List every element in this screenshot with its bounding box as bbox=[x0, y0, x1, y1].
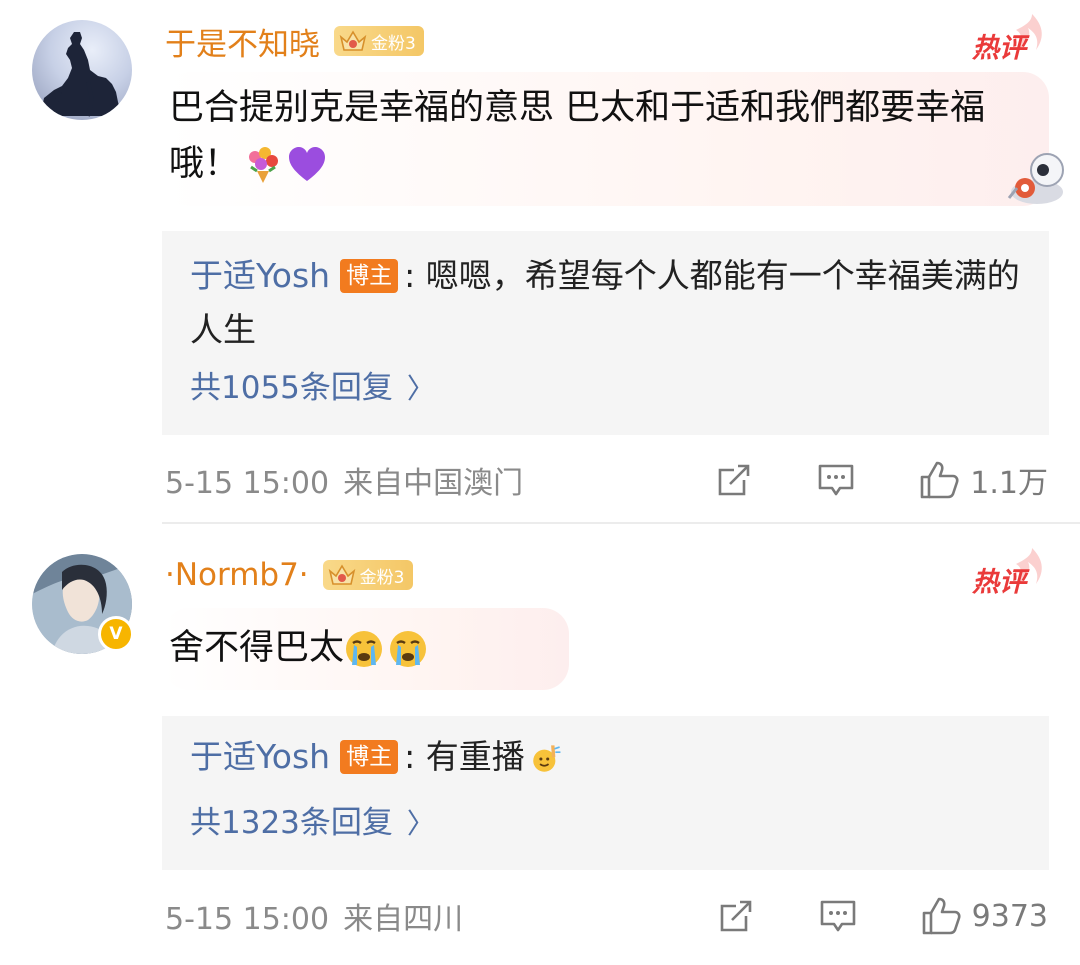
fan-badge-label: 金粉3 bbox=[359, 567, 405, 588]
chevron-right-icon: 〉 bbox=[406, 807, 435, 840]
purple-heart-emoji bbox=[289, 147, 326, 181]
reply-count-label: 共1055条回复 bbox=[190, 370, 393, 406]
fan-badge-label: 金粉3 bbox=[371, 33, 416, 54]
chevron-right-icon: 〉 bbox=[406, 372, 435, 405]
comment-item: 于是不知晓 金粉3 热评 巴合提别克是幸福的意思 巴太和于适和我們都要幸福哦！ bbox=[0, 0, 1080, 522]
comment-actions: 1.1万 bbox=[714, 458, 1048, 502]
comment-actions: 9373 bbox=[716, 896, 1048, 936]
comment-icon bbox=[818, 464, 854, 496]
comment-button[interactable] bbox=[818, 896, 858, 936]
comment-text: 舍不得巴太 bbox=[169, 628, 345, 668]
reply-text: 有重播 bbox=[425, 737, 525, 776]
reply-count-label: 共1323条回复 bbox=[190, 805, 393, 841]
reply-line: 于适Yosh 博主: 嗯嗯，希望每个人都能有一个幸福美满的人生 bbox=[190, 249, 1023, 357]
hot-comment-label: 热评 bbox=[972, 567, 1026, 598]
crying-face-emoji bbox=[390, 631, 427, 667]
crown-icon bbox=[328, 564, 355, 585]
author-badge: 博主 bbox=[340, 258, 399, 293]
reply-separator: : bbox=[404, 737, 416, 776]
fan-level-badge[interactable]: 金粉3 bbox=[322, 560, 413, 590]
share-icon bbox=[720, 900, 751, 932]
comment-meta: 5-15 15:00 来自中国澳门 1.1万 bbox=[165, 458, 1048, 502]
user-avatar[interactable] bbox=[32, 20, 132, 120]
comment-bubble[interactable]: 舍不得巴太 bbox=[163, 608, 569, 690]
view-replies-link[interactable]: 共1323条回复〉 bbox=[190, 797, 435, 842]
comment-location: 来自四川 bbox=[343, 902, 464, 937]
comment-date: 5-15 15:00 bbox=[165, 466, 330, 501]
reply-author[interactable]: 于适Yosh bbox=[190, 256, 330, 295]
comment-location: 来自中国澳门 bbox=[343, 466, 524, 501]
comment-meta: 5-15 15:00 来自四川 9373 bbox=[165, 896, 1048, 937]
waving-hand-emoji bbox=[532, 744, 561, 772]
share-icon bbox=[718, 464, 750, 496]
like-icon bbox=[920, 461, 959, 499]
comment-bubble[interactable]: 巴合提别克是幸福的意思 巴太和于适和我們都要幸福哦！ bbox=[163, 72, 1064, 206]
reply-preview[interactable]: 于适Yosh 博主: 有重播 共1323条回复〉 bbox=[162, 716, 1049, 870]
comment-date: 5-15 15:00 bbox=[165, 902, 330, 937]
comment-header: ·Normb7· 金粉3 bbox=[165, 555, 413, 595]
reply-separator: : bbox=[404, 256, 416, 295]
reply-author[interactable]: 于适Yosh bbox=[190, 737, 330, 776]
author-badge: 博主 bbox=[340, 739, 399, 774]
username[interactable]: 于是不知晓 bbox=[165, 19, 320, 64]
hot-comment-label: 热评 bbox=[972, 33, 1026, 64]
comment-header: 于是不知晓 金粉3 bbox=[165, 19, 424, 64]
share-button[interactable] bbox=[716, 896, 756, 936]
username[interactable]: ·Normb7· bbox=[165, 557, 309, 593]
crying-face-emoji bbox=[346, 631, 383, 667]
bouquet-emoji bbox=[249, 147, 279, 183]
verified-badge-icon: V bbox=[98, 616, 134, 652]
comment-item: V ·Normb7· 金粉3 热评 舍不得巴太 于适Yosh 博主: 有重播 … bbox=[0, 524, 1080, 965]
hot-comment-tag: 热评 bbox=[970, 14, 1042, 64]
crown-icon bbox=[339, 30, 367, 51]
comment-icon bbox=[820, 900, 855, 932]
fan-level-badge[interactable]: 金粉3 bbox=[334, 26, 424, 56]
share-button[interactable] bbox=[714, 460, 754, 500]
like-button[interactable]: 1.1万 bbox=[918, 458, 1048, 502]
reply-preview[interactable]: 于适Yosh 博主: 嗯嗯，希望每个人都能有一个幸福美满的人生 共1055条回复〉 bbox=[162, 231, 1049, 435]
view-replies-link[interactable]: 共1055条回复〉 bbox=[190, 362, 435, 407]
like-count: 1.1万 bbox=[970, 466, 1048, 501]
reply-line: 于适Yosh 博主: 有重播 bbox=[190, 730, 1023, 784]
like-icon bbox=[922, 897, 961, 935]
like-button[interactable]: 9373 bbox=[920, 895, 1048, 937]
user-avatar[interactable]: V bbox=[32, 554, 134, 654]
like-count: 9373 bbox=[971, 898, 1048, 934]
comment-button[interactable] bbox=[816, 460, 856, 500]
robot-sticker-icon bbox=[1007, 153, 1064, 204]
hot-comment-tag: 热评 bbox=[970, 548, 1042, 598]
